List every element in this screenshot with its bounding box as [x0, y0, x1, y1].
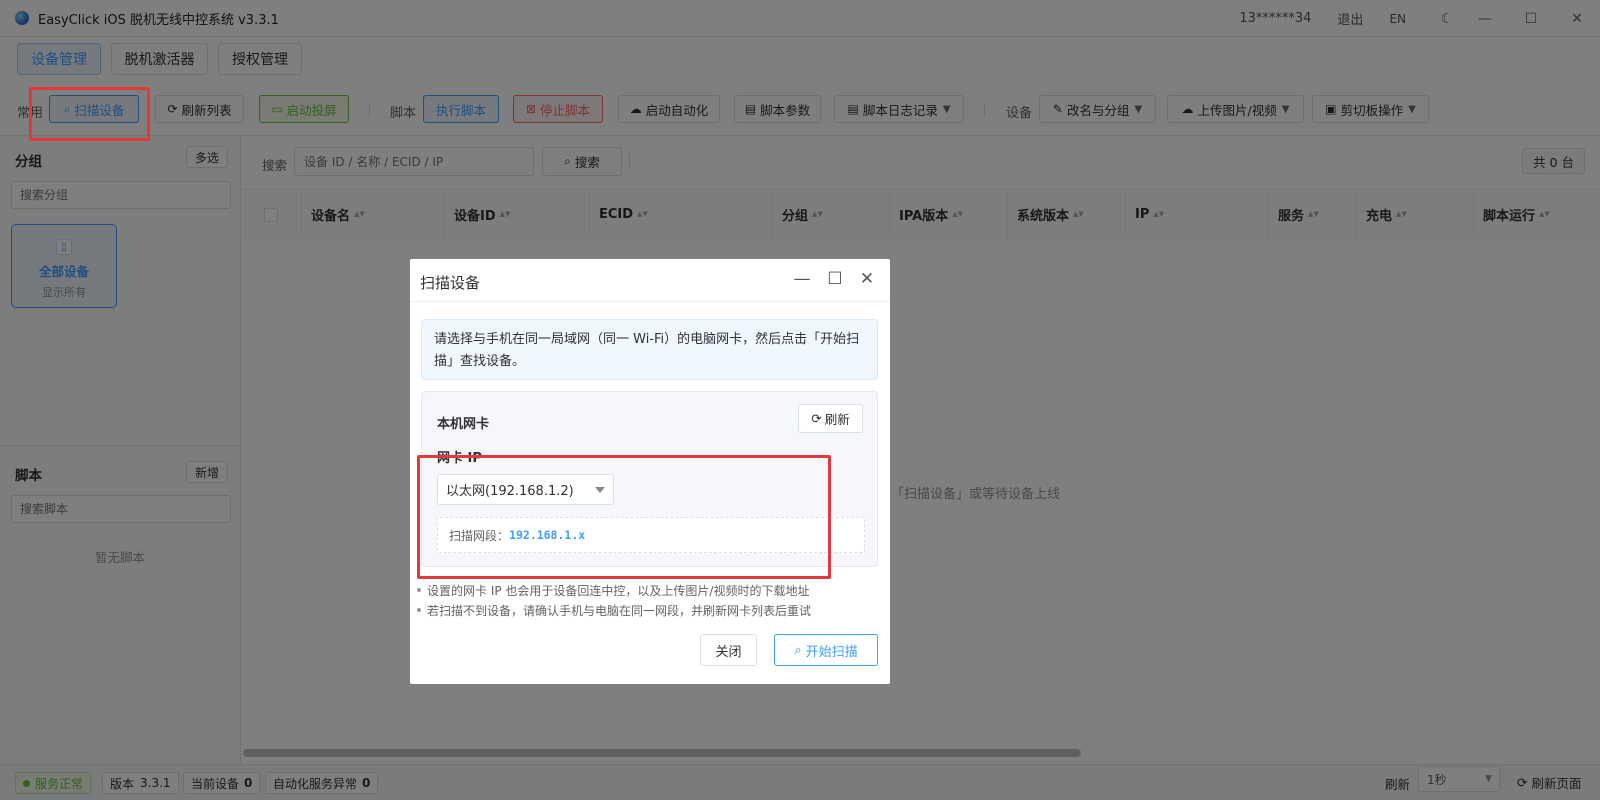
- nic-panel: 本机网卡 ⟳ 刷新 网卡 IP 以太网(192.168.1.2) 扫描网段： 19…: [421, 391, 878, 567]
- nic-ip-label: 网卡 IP: [437, 451, 482, 466]
- nic-title: 本机网卡: [437, 417, 490, 432]
- close-button[interactable]: 关闭: [700, 634, 757, 666]
- minimize-icon[interactable]: —: [792, 269, 812, 289]
- scan-segment-value: 192.168.1.x: [509, 528, 586, 542]
- dialog-header: 扫描设备 — ☐ ✕: [410, 259, 890, 302]
- refresh-nic-button[interactable]: ⟳ 刷新: [798, 404, 863, 433]
- start-scan-button[interactable]: ⌕ 开始扫描: [774, 634, 878, 666]
- scan-segment-box: 扫描网段： 192.168.1.x: [437, 517, 865, 553]
- nic-ip-select[interactable]: 以太网(192.168.1.2): [437, 474, 614, 505]
- scan-info-box: 请选择与手机在同一局域网（同一 Wi-Fi）的电脑网卡，然后点击「开始扫 描」查…: [421, 319, 878, 380]
- hint-item: 若扫描不到设备，请确认手机与电脑在同一网段，并刷新网卡列表后重试: [416, 604, 812, 618]
- maximize-icon[interactable]: ☐: [825, 269, 845, 289]
- dialog-title: 扫描设备: [420, 274, 481, 292]
- chevron-down-icon: [595, 487, 605, 493]
- scan-devices-dialog: 扫描设备 — ☐ ✕ 请选择与手机在同一局域网（同一 Wi-Fi）的电脑网卡，然…: [410, 259, 890, 684]
- close-icon[interactable]: ✕: [857, 269, 877, 289]
- hint-item: 设置的网卡 IP 也会用于设备回连中控，以及上传图片/视频时的下载地址: [416, 584, 810, 598]
- search-icon: ⌕: [794, 642, 802, 658]
- refresh-icon: ⟳: [811, 411, 822, 426]
